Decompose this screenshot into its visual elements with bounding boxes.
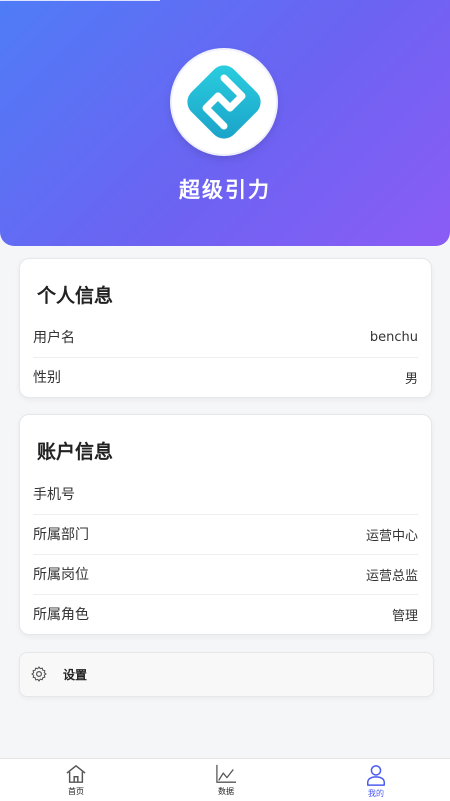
settings-button[interactable]: 设置 xyxy=(19,652,434,697)
avatar[interactable] xyxy=(172,50,276,154)
row-label: 所属角色 xyxy=(33,607,89,623)
row-value: 运营中心 xyxy=(365,528,418,544)
personal-info-card: 个人信息 用户名 benchu 性别 男 xyxy=(19,258,432,398)
tab-mine[interactable]: 我的 xyxy=(336,759,416,801)
row-department[interactable]: 所属部门 运营中心 xyxy=(33,514,418,555)
row-value: 管理 xyxy=(391,608,418,624)
top-divider xyxy=(0,0,160,1)
row-label: 用户名 xyxy=(33,330,75,346)
tab-label: 数据 xyxy=(218,787,234,796)
settings-label: 设置 xyxy=(63,668,88,682)
row-role[interactable]: 所属角色 管理 xyxy=(33,594,418,634)
app-name: 超级引力 xyxy=(179,178,271,202)
profile-header: 超级引力 xyxy=(0,0,450,246)
app-logo-icon xyxy=(187,65,261,139)
row-gender[interactable]: 性别 男 xyxy=(33,357,418,397)
tab-label: 我的 xyxy=(368,789,384,798)
row-label: 所属部门 xyxy=(33,527,89,543)
tab-label: 首页 xyxy=(68,787,84,796)
row-value: 运营总监 xyxy=(365,568,418,584)
row-label: 所属岗位 xyxy=(33,567,89,583)
tab-data[interactable]: 数据 xyxy=(186,759,266,801)
row-username[interactable]: 用户名 benchu xyxy=(33,317,418,358)
account-info-card: 账户信息 手机号 所属部门 运营中心 所属岗位 运营总监 所属角色 管理 xyxy=(19,414,432,635)
row-label: 性别 xyxy=(33,370,61,386)
row-position[interactable]: 所属岗位 运营总监 xyxy=(33,554,418,595)
row-value: 男 xyxy=(404,371,418,387)
row-value: benchu xyxy=(369,329,418,345)
row-label: 手机号 xyxy=(33,487,75,503)
home-icon xyxy=(66,765,86,783)
personal-info-title: 个人信息 xyxy=(37,285,114,307)
tab-home[interactable]: 首页 xyxy=(36,759,116,801)
gear-icon xyxy=(31,666,47,682)
chart-icon xyxy=(216,764,236,783)
row-phone[interactable]: 手机号 xyxy=(33,474,418,515)
account-info-title: 账户信息 xyxy=(37,441,114,463)
bottom-tab-bar: 首页 数据 我的 xyxy=(0,758,450,801)
person-icon xyxy=(367,765,385,786)
